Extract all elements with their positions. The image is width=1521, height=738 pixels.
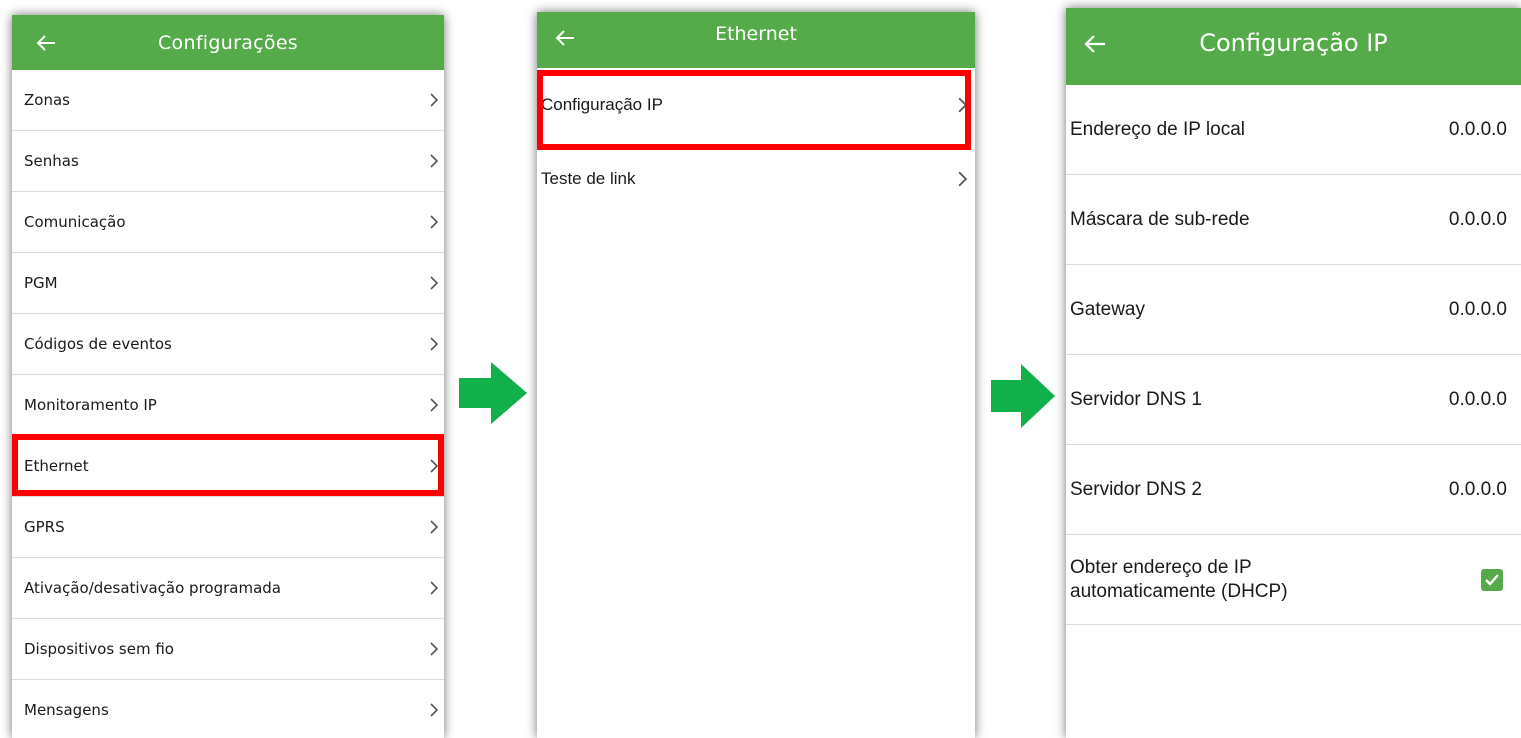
list-item-label: Teste de link [541, 169, 636, 188]
list-item-label: Senhas [24, 152, 79, 170]
screen-configuracao-ip: Configuração IP Endereço de IP local 0.0.… [1066, 8, 1521, 738]
list-item-label: Ethernet [24, 457, 89, 475]
chevron-right-icon [430, 520, 438, 534]
list-item-label: Comunicação [24, 213, 126, 231]
ip-config-list: Endereço de IP local 0.0.0.0 Máscara de su… [1066, 85, 1521, 625]
list-item[interactable]: Ethernet [12, 436, 444, 497]
screen-configuracoes: Configurações Zonas Senhas Comunicação PGM C… [12, 15, 444, 738]
dhcp-row[interactable]: Obter endereço de IP automaticamente (DHC… [1066, 535, 1521, 625]
back-arrow-icon[interactable] [36, 34, 56, 52]
list-item-label: Mensagens [24, 701, 109, 719]
ip-field-row[interactable]: Endereço de IP local 0.0.0.0 [1066, 85, 1521, 175]
field-value: 0.0.0.0 [1448, 118, 1507, 140]
dhcp-label: Obter endereço de IP automaticamente (DHC… [1070, 556, 1288, 604]
chevron-right-icon [430, 642, 438, 656]
list-item-label: Configuração IP [541, 95, 663, 114]
page-title: Ethernet [715, 23, 797, 45]
back-arrow-icon[interactable] [1084, 34, 1106, 54]
screen-ethernet: Ethernet Configuração IP Teste de link [537, 12, 975, 738]
settings-list: Zonas Senhas Comunicação PGM Códigos de even… [12, 70, 444, 738]
field-value: 0.0.0.0 [1448, 208, 1507, 230]
list-item[interactable]: Ativação/desativação programada [12, 558, 444, 619]
field-value: 0.0.0.0 [1448, 388, 1507, 410]
field-label: Servidor DNS 2 [1070, 478, 1202, 500]
chevron-right-icon [430, 215, 438, 229]
chevron-right-icon [430, 337, 438, 351]
app-bar: Configurações [12, 15, 444, 70]
list-item-label: Monitoramento IP [24, 396, 157, 414]
back-arrow-icon[interactable] [555, 29, 575, 47]
chevron-right-icon [430, 398, 438, 412]
field-label: Gateway [1070, 298, 1145, 320]
chevron-right-icon [958, 171, 967, 187]
page-title: Configuração IP [1199, 28, 1388, 57]
chevron-right-icon [430, 703, 438, 717]
field-label: Máscara de sub-rede [1070, 208, 1250, 230]
chevron-right-icon [430, 581, 438, 595]
field-value: 0.0.0.0 [1448, 298, 1507, 320]
chevron-right-icon [430, 276, 438, 290]
list-item[interactable]: Códigos de eventos [12, 314, 444, 375]
dhcp-label-line1: Obter endereço de IP [1070, 556, 1252, 578]
list-item[interactable]: Senhas [12, 131, 444, 192]
chevron-right-icon [430, 93, 438, 107]
check-icon [1485, 573, 1499, 586]
list-item-label: Ativação/desativação programada [24, 579, 281, 597]
list-item[interactable]: Comunicação [12, 192, 444, 253]
field-label: Endereço de IP local [1070, 118, 1245, 140]
list-item[interactable]: Configuração IP [537, 68, 975, 142]
list-item[interactable]: Dispositivos sem fio [12, 619, 444, 680]
ethernet-list: Configuração IP Teste de link [537, 68, 975, 216]
list-item-label: Zonas [24, 91, 70, 109]
list-item[interactable]: Zonas [12, 70, 444, 131]
chevron-right-icon [958, 97, 967, 113]
list-item[interactable]: Mensagens [12, 680, 444, 738]
ip-field-row[interactable]: Gateway 0.0.0.0 [1066, 265, 1521, 355]
ip-field-row[interactable]: Máscara de sub-rede 0.0.0.0 [1066, 175, 1521, 265]
flow-arrow-icon [459, 362, 527, 424]
chevron-right-icon [430, 459, 438, 473]
ip-field-row[interactable]: Servidor DNS 2 0.0.0.0 [1066, 445, 1521, 535]
list-item[interactable]: PGM [12, 253, 444, 314]
list-item[interactable]: Monitoramento IP [12, 375, 444, 436]
app-bar: Configuração IP [1066, 8, 1521, 85]
list-item[interactable]: GPRS [12, 497, 444, 558]
app-bar: Ethernet [537, 12, 975, 68]
flow-arrow-icon [991, 364, 1055, 428]
list-item-label: Dispositivos sem fio [24, 640, 174, 658]
dhcp-checkbox[interactable] [1481, 568, 1503, 591]
list-item-label: GPRS [24, 518, 65, 536]
list-item-label: PGM [24, 274, 58, 292]
field-label: Servidor DNS 1 [1070, 388, 1202, 410]
page-title: Configurações [157, 31, 299, 54]
list-item-label: Códigos de eventos [24, 335, 172, 353]
chevron-right-icon [430, 154, 438, 168]
field-value: 0.0.0.0 [1448, 478, 1507, 500]
ip-field-row[interactable]: Servidor DNS 1 0.0.0.0 [1066, 355, 1521, 445]
list-item[interactable]: Teste de link [537, 142, 975, 216]
dhcp-label-line2: automaticamente (DHCP) [1070, 580, 1288, 602]
